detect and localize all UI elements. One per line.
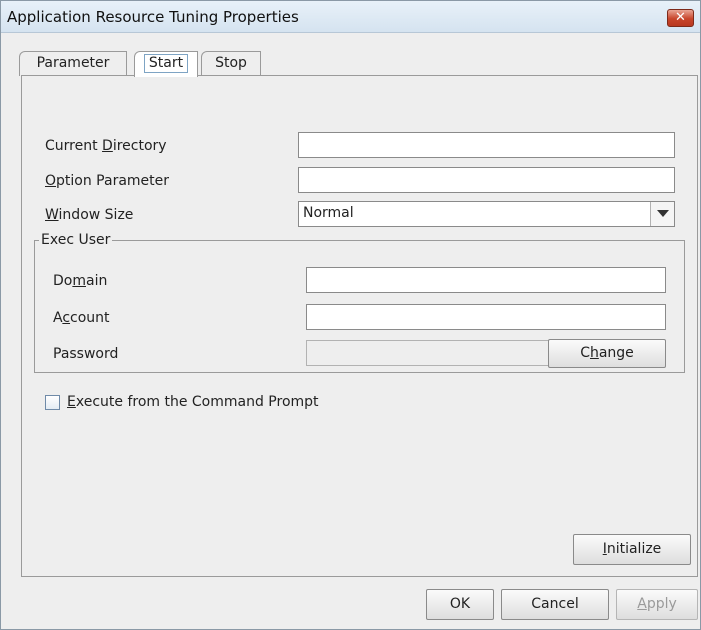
window-size-label: Window Size (45, 207, 134, 223)
cancel-button[interactable]: Cancel (501, 589, 609, 620)
exec-user-group-title: Exec User (39, 232, 113, 248)
initialize-button[interactable]: Initialize (573, 534, 691, 565)
option-parameter-input[interactable] (298, 167, 675, 193)
password-field (306, 340, 550, 366)
properties-dialog: Application Resource Tuning Properties ✕… (0, 0, 701, 630)
current-directory-label: Current Directory (45, 138, 167, 154)
password-label: Password (53, 346, 119, 362)
tab-start-label: Start (143, 54, 189, 73)
tab-stop[interactable]: Stop (201, 51, 261, 76)
account-input[interactable] (306, 304, 666, 330)
window-title: Application Resource Tuning Properties (7, 8, 299, 26)
apply-button: Apply (616, 589, 698, 620)
ok-button[interactable]: OK (426, 589, 494, 620)
chevron-down-icon (657, 210, 669, 217)
execute-from-prompt-label[interactable]: Execute from the Command Prompt (67, 394, 319, 410)
dropdown-button[interactable] (650, 202, 674, 226)
current-directory-input[interactable] (298, 132, 675, 158)
domain-input[interactable] (306, 267, 666, 293)
tab-stop-label: Stop (215, 55, 247, 71)
close-button[interactable]: ✕ (667, 9, 694, 27)
close-icon: ✕ (675, 10, 686, 25)
change-password-button[interactable]: Change (548, 339, 666, 368)
account-label: Account (53, 310, 110, 326)
option-parameter-label: Option Parameter (45, 173, 170, 189)
tab-start[interactable]: Start (134, 51, 198, 77)
tab-parameter[interactable]: Parameter (19, 51, 127, 76)
title-bar[interactable]: Application Resource Tuning Properties ✕ (1, 1, 700, 33)
window-size-value: Normal (303, 205, 354, 221)
window-size-select[interactable]: Normal (298, 201, 675, 227)
tab-parameter-label: Parameter (36, 55, 110, 71)
domain-label: Domain (53, 273, 108, 289)
execute-from-prompt-checkbox[interactable] (45, 395, 60, 410)
